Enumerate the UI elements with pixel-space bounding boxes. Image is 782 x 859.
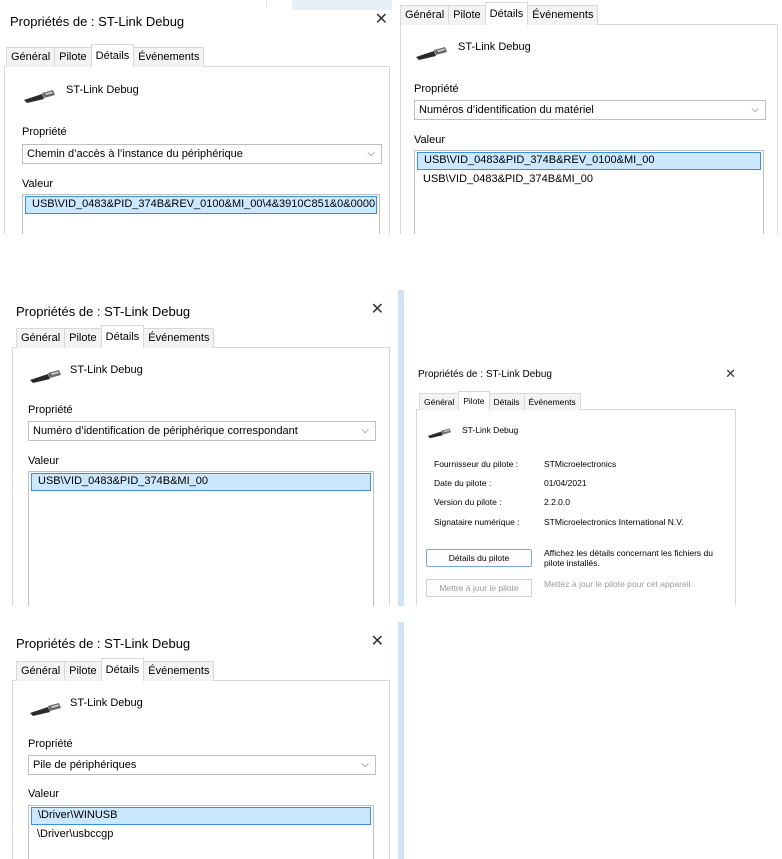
tab-details[interactable]: Détails	[90, 44, 135, 67]
driver-details-description: Affichez les détails concernant les fich…	[544, 548, 713, 568]
window-title: Propriétés de : ST-Link Debug	[10, 14, 185, 29]
value-label: Valeur	[22, 178, 53, 190]
tab-strip: Général Pilote Détails Événements	[419, 391, 581, 410]
tab-strip: Général Pilote Détails Événements	[400, 2, 599, 25]
driver-date-label: Date du pilote :	[434, 478, 492, 488]
value-list[interactable]: USB\VID_0483&PID_374B&REV_0100&MI_00\4&3…	[22, 194, 380, 234]
device-name: ST-Link Debug	[70, 364, 143, 376]
properties-window-5: Propriétés de : ST-Link Debug ✕ Général …	[6, 622, 404, 859]
device-name: ST-Link Debug	[462, 425, 519, 435]
tab-strip: Général Pilote Détails Événements	[16, 325, 215, 348]
properties-window-2: Général Pilote Détails Événements ST-Lin…	[398, 0, 782, 234]
value-label: Valeur	[28, 788, 59, 800]
tab-general[interactable]: Général	[400, 5, 450, 25]
property-label: Propriété	[414, 83, 459, 95]
chevron-down-icon: ⌵	[367, 148, 375, 159]
chevron-down-icon: ⌵	[751, 104, 759, 115]
property-select-value: Numéro d’identification de périphérique …	[33, 425, 298, 437]
property-label: Propriété	[28, 738, 73, 750]
value-label: Valeur	[414, 134, 445, 146]
property-select[interactable]: Pile de périphériques ⌵	[28, 755, 376, 775]
tab-general[interactable]: Général	[16, 661, 66, 681]
usb-device-icon	[426, 427, 452, 439]
tab-evenements[interactable]: Événements	[143, 328, 215, 348]
window-title: Propriétés de : ST-Link Debug	[16, 304, 191, 319]
driver-version-label: Version du pilote :	[434, 497, 502, 507]
usb-device-icon	[28, 701, 62, 717]
device-name: ST-Link Debug	[458, 41, 531, 53]
driver-version-value: 2.2.0.0	[544, 497, 570, 507]
window-edge	[398, 622, 404, 859]
value-item[interactable]: \Driver\WINUSB	[31, 807, 371, 825]
driver-details-button[interactable]: Détails du pilote	[426, 549, 532, 567]
tab-pilote[interactable]: Pilote	[54, 47, 92, 67]
title-bar: Propriétés de : ST-Link Debug ✕	[6, 622, 404, 662]
close-icon[interactable]: ✕	[371, 299, 384, 319]
driver-date-value: 01/04/2021	[544, 478, 587, 488]
value-list[interactable]: USB\VID_0483&PID_374B&REV_0100&MI_00 USB…	[414, 150, 764, 234]
divider	[266, 0, 267, 8]
value-list[interactable]: USB\VID_0483&PID_374B&MI_00	[28, 471, 374, 606]
window-edge	[398, 290, 404, 606]
window-title: Propriétés de : ST-Link Debug	[418, 369, 552, 380]
window-edge	[292, 0, 392, 10]
value-item[interactable]: USB\VID_0483&PID_374B&REV_0100&MI_00	[417, 152, 761, 170]
value-label: Valeur	[28, 455, 59, 467]
tab-details[interactable]: Détails	[484, 2, 529, 25]
update-driver-button[interactable]: Mettre à jour le pilote	[426, 579, 532, 597]
tab-strip: Général Pilote Détails Événements	[16, 658, 215, 681]
digital-signer-label: Signataire numérique :	[434, 517, 520, 527]
properties-window-4: Propriétés de : ST-Link Debug ✕ Général …	[410, 363, 744, 605]
tab-pilote[interactable]: Pilote	[458, 391, 490, 410]
usb-device-icon	[414, 45, 448, 61]
tab-pilote[interactable]: Pilote	[64, 328, 102, 348]
tab-pilote[interactable]: Pilote	[64, 661, 102, 681]
property-label: Propriété	[22, 126, 67, 138]
property-select[interactable]: Chemin d’accès à l’instance du périphéri…	[22, 144, 382, 164]
value-item[interactable]: \Driver\usbccgp	[31, 826, 371, 842]
property-select[interactable]: Numéro d’identification de périphérique …	[28, 421, 376, 441]
value-item[interactable]: USB\VID_0483&PID_374B&MI_00	[31, 473, 371, 491]
tab-content	[416, 409, 736, 605]
tab-evenements[interactable]: Événements	[133, 47, 205, 67]
property-select-value: Pile de périphériques	[33, 759, 137, 771]
close-icon[interactable]: ✕	[375, 9, 388, 29]
chevron-down-icon: ⌵	[361, 759, 369, 770]
driver-provider-label: Fournisseur du pilote :	[434, 459, 519, 469]
tab-general[interactable]: Général	[6, 47, 56, 67]
tab-strip: Général Pilote Détails Événements	[6, 44, 205, 67]
close-icon[interactable]: ✕	[725, 366, 736, 382]
property-select[interactable]: Numéros d’identification du matériel ⌵	[414, 100, 766, 120]
update-driver-description: Mettez à jour le pilote pour cet apparei…	[544, 579, 693, 589]
property-select-value: Numéros d’identification du matériel	[419, 104, 594, 116]
device-name: ST-Link Debug	[66, 84, 139, 96]
tab-details[interactable]: Détails	[100, 325, 145, 348]
close-icon[interactable]: ✕	[371, 631, 384, 651]
usb-device-icon	[28, 368, 62, 384]
digital-signer-value: STMicroelectronics International N.V.	[544, 517, 684, 527]
property-label: Propriété	[28, 404, 73, 416]
window-title: Propriétés de : ST-Link Debug	[16, 636, 191, 651]
value-list[interactable]: \Driver\WINUSB \Driver\usbccgp	[28, 805, 374, 859]
chevron-down-icon: ⌵	[361, 425, 369, 436]
tab-details[interactable]: Détails	[488, 393, 525, 410]
tab-general[interactable]: Général	[16, 328, 66, 348]
value-item[interactable]: USB\VID_0483&PID_374B&REV_0100&MI_00\4&3…	[25, 196, 377, 214]
tab-evenements[interactable]: Événements	[527, 5, 599, 25]
usb-device-icon	[22, 88, 56, 104]
tab-details[interactable]: Détails	[100, 658, 145, 681]
tab-evenements[interactable]: Événements	[143, 661, 215, 681]
value-item[interactable]: USB\VID_0483&PID_374B&MI_00	[417, 171, 761, 187]
tab-pilote[interactable]: Pilote	[448, 5, 486, 25]
title-bar: Propriétés de : ST-Link Debug ✕	[6, 290, 404, 330]
properties-window-3: Propriétés de : ST-Link Debug ✕ Général …	[6, 290, 404, 606]
tab-evenements[interactable]: Événements	[523, 393, 581, 410]
device-name: ST-Link Debug	[70, 697, 143, 709]
driver-provider-value: STMicroelectronics	[544, 459, 617, 469]
property-select-value: Chemin d’accès à l’instance du périphéri…	[27, 148, 243, 160]
properties-window-1: Propriétés de : ST-Link Debug ✕ Général …	[0, 0, 398, 234]
tab-general[interactable]: Général	[419, 393, 460, 410]
